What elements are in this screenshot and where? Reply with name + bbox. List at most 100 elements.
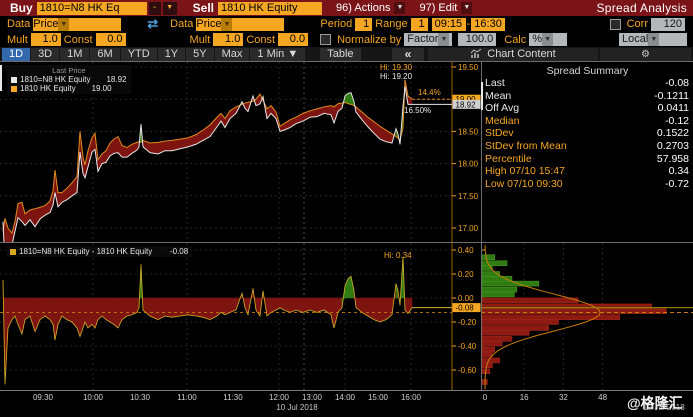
chart-content-button[interactable]: Chart Content [428,47,598,61]
range-end-input[interactable]: 16:30 [471,17,506,31]
series-last-value: 19.00 [91,84,112,93]
const-input-2[interactable]: 0.0 [278,33,309,46]
summary-row: Last -0.08 [485,77,689,89]
data-label-2: Data [170,18,194,30]
sell-security-input[interactable]: 1810 HK Equity [218,1,323,15]
period-label: Period [320,18,353,30]
series-last-value: -0.08 [169,247,189,256]
histogram-tick-label: 16 [519,393,529,402]
legend-header: Last Price [52,66,86,75]
tab-1y[interactable]: 1Y [157,47,186,61]
svg-text:18.50: 18.50 [458,127,479,136]
svg-text:-0.08: -0.08 [456,304,475,313]
range-start-input[interactable]: 09:15 [431,17,466,31]
sell-data-select[interactable]: Price ▼ [196,17,285,31]
summary-row: Low 07/10 09:30 -0.72 [485,177,689,190]
calc-label: Calc [504,33,527,46]
mult-label-1: Mult [7,33,28,46]
svg-text:19.50: 19.50 [458,63,479,72]
collapse-panel-button[interactable]: « [392,47,424,61]
tab-1m[interactable]: 1M [60,47,90,61]
caret-down-icon: ▼ [58,17,70,31]
summary-row: Percentile 57.958 [485,152,689,165]
range-label: Range [375,18,408,30]
caret-down-icon: ▼ [542,33,554,46]
watermark: @格隆汇 [627,395,683,411]
time-tick-label: 16:00 [400,393,422,402]
edit-menu[interactable]: 97) Edit ▼ [419,2,473,14]
gear-icon: ⚙ [641,48,650,60]
pct-change-orange: 14.4% [418,88,441,97]
spread-chart[interactable]: 0.40 0.20 0.00 -0.20 -0.40 -0.60 -0.08 [0,243,481,390]
buy-dropdown-icon[interactable]: ▼ [162,1,177,15]
summary-title: Spread Summary [546,65,629,77]
corr-checkbox[interactable] [609,18,621,30]
histogram-tick-label: 0 [482,393,488,402]
summary-row: StDev from Mean 0.2703 [485,139,689,152]
legend-item[interactable]: 1810=N8 HK Equity - 1810 HK Equity -0.08 [10,247,188,256]
time-tick-label: 14:00 [334,393,356,402]
data-label-1: Data [7,18,31,30]
period-tab-bar: 1D 3D 1M 6M YTD 1Y 5Y Max 1 Min ▼ Table « Chart C… [0,47,693,62]
range-input[interactable]: 1 [410,17,428,31]
corr-input[interactable]: 120 [651,17,685,31]
buy-data-select[interactable]: Price ▼ [33,17,122,31]
tab-3d[interactable]: 3D [31,47,60,61]
actions-caret-icon: ▼ [394,2,406,14]
tab-1d[interactable]: 1D [2,47,31,61]
toolbar-row-mult: Mult 1.0 Const 0.0 Mult 1.0 Const 0.0 No… [0,32,693,47]
svg-text:-0.60: -0.60 [458,366,477,375]
chart-content-icon [470,49,482,58]
svg-text:17.00: 17.00 [458,224,479,233]
normalize-label: Normalize by [337,33,402,46]
factor-amount-input[interactable]: 100.0 [458,33,497,46]
caret-down-icon: ▼ [438,33,450,46]
spread-high-annotation: Hi: 0.34 [384,251,412,260]
mult-input-2[interactable]: 1.0 [213,33,244,46]
histogram-tick-label: 32 [558,393,568,402]
series-swatch [10,249,16,255]
actions-menu[interactable]: 96) Actions ▼ [336,2,406,14]
spread-chart-legend[interactable]: 1810=N8 HK Equity - 1810 HK Equity -0.08 [6,246,193,257]
chart-area: 19.5019.0018.5018.0017.5017.0019.0018.92… [0,62,693,417]
const-input-1[interactable]: 0.0 [95,33,126,46]
price-chart-legend[interactable]: Last Price 1810=N8 HK Equity 18.92 1810 … [7,65,131,94]
const-label-1: Const [63,33,93,46]
chart-settings-button[interactable]: ⚙ [600,47,691,61]
normalize-checkbox[interactable] [320,34,332,45]
summary-row: Median -0.12 [485,114,689,127]
svg-text:18.92: 18.92 [456,100,477,109]
page-title: Spread Analysis [596,1,687,15]
time-tick-label: 10:30 [129,393,151,402]
tab-6m[interactable]: 6M [90,47,120,61]
panel-divider-horizontal [0,242,693,243]
spread-histogram[interactable] [481,243,693,390]
mult-label-2: Mult [189,33,211,46]
price-high-annotation-orange: Hi: 19.30 [380,63,413,72]
tab-ytd[interactable]: YTD [120,47,157,61]
svg-text:0.00: 0.00 [458,294,474,303]
tab-5y[interactable]: 5Y [186,47,214,61]
currency-select[interactable]: Local ▼ [619,33,687,46]
tab-table[interactable]: Table [320,47,361,61]
mult-input-1[interactable]: 1.0 [30,33,61,46]
buy-security-input[interactable]: 1810=N8 HK Eq [36,1,147,15]
spread-summary-panel: Spread Summary Last -0.08 Mean -0.1211 Off A… [482,62,693,242]
caret-down-icon: ▼ [221,17,233,31]
swap-securities-icon[interactable]: ⇄ [147,16,158,32]
tab-max[interactable]: Max [214,47,250,61]
toolbar-row-data: Data Price ▼ ⇄ Data Price ▼ Period 1 Ran… [0,16,693,32]
summary-row: Mean -0.1211 [485,89,689,102]
legend-item[interactable]: 1810 HK Equity 19.00 [11,84,127,93]
corr-label: Corr [626,18,648,30]
summary-row: StDev 0.1522 [485,127,689,140]
minus-button[interactable]: - [148,1,161,15]
normalize-mode-select[interactable]: Factor ▼ [404,33,453,46]
period-input[interactable]: 1 [355,17,373,31]
calc-select[interactable]: % ▼ [529,33,568,46]
series-swatch [11,77,17,83]
tab-1-min[interactable]: 1 Min ▼ [250,47,306,61]
pct-change-white: 16.50% [404,106,432,115]
legend-item[interactable]: 1810=N8 HK Equity 18.92 [11,75,127,84]
svg-text:17.50: 17.50 [458,192,479,201]
